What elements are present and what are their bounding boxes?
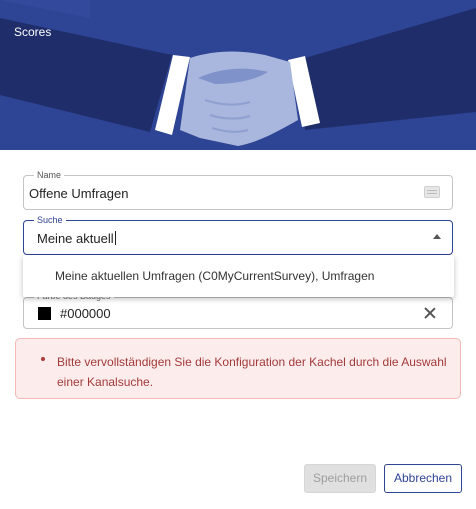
chevron-up-icon[interactable] <box>433 234 441 239</box>
error-bullet <box>41 357 45 361</box>
search-field-value: Meine aktuell <box>37 231 116 246</box>
search-dropdown-menu: Meine aktuellen Umfragen (C0MyCurrentSur… <box>23 255 454 297</box>
page-title: Scores <box>14 25 52 39</box>
search-field-label: Suche <box>34 214 66 226</box>
badge-color-value: #000000 <box>60 306 111 321</box>
header-banner: Scores <box>0 0 476 150</box>
search-input[interactable]: Suche Meine aktuell <box>23 214 453 255</box>
dropdown-option[interactable]: Meine aktuellen Umfragen (C0MyCurrentSur… <box>55 269 374 283</box>
text-caret <box>114 231 116 245</box>
search-field-text: Meine aktuell <box>37 231 114 246</box>
cancel-button[interactable]: Abbrechen <box>384 464 462 493</box>
save-button[interactable]: Speichern <box>304 464 376 493</box>
name-field[interactable]: Name Offene Umfragen <box>23 169 453 210</box>
keyboard-icon[interactable] <box>424 186 440 198</box>
color-swatch[interactable] <box>38 307 51 320</box>
name-field-value: Offene Umfragen <box>29 186 129 201</box>
badge-color-field[interactable]: Farbe des Badges #000000 <box>23 290 453 329</box>
handshake-illustration <box>0 0 476 150</box>
close-icon[interactable] <box>423 306 437 320</box>
name-field-label: Name <box>34 169 65 181</box>
error-message: Bitte vervollständigen Sie die Konfigura… <box>57 355 447 389</box>
error-alert: Bitte vervollständigen Sie die Konfigura… <box>15 338 461 399</box>
